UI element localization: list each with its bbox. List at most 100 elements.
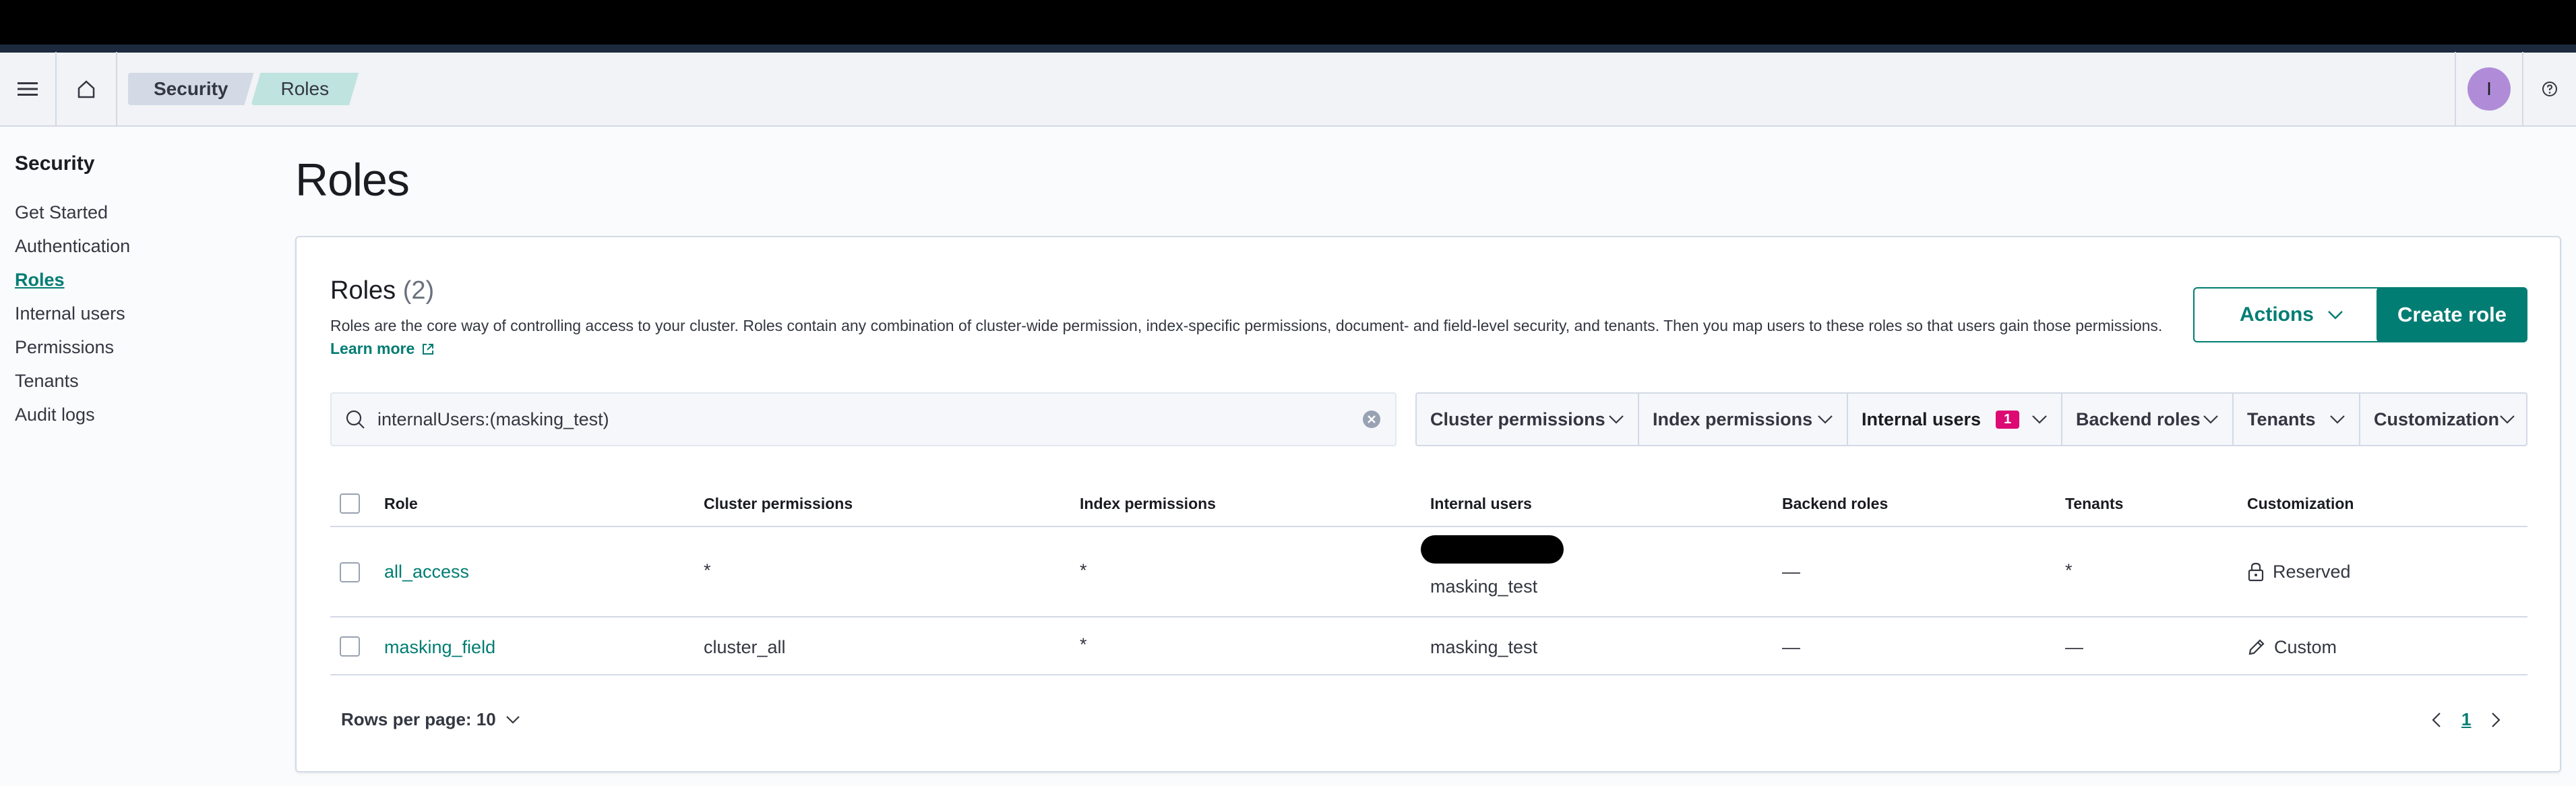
create-role-button[interactable]: Create role (2376, 287, 2527, 342)
chevron-down-icon (2329, 415, 2345, 424)
filter-tenants[interactable]: Tenants (2234, 394, 2360, 445)
search-icon (345, 409, 365, 429)
actions-label: Actions (2239, 303, 2314, 326)
row-checkbox[interactable] (340, 562, 360, 582)
column-header-cluster-permissions[interactable]: Cluster permissions (704, 480, 853, 527)
sidebar-item-audit-logs[interactable]: Audit logs (15, 398, 255, 431)
page-1-button[interactable]: 1 (2461, 709, 2471, 730)
tenants-cell: — (2065, 636, 2083, 657)
column-header-tenants[interactable]: Tenants (2065, 480, 2123, 527)
search-field[interactable]: internalUsers:(masking_test) (330, 392, 1397, 446)
user-menu-button[interactable]: I (2455, 52, 2522, 126)
sidebar-item-roles[interactable]: Roles (15, 263, 255, 297)
home-button[interactable] (57, 52, 117, 126)
external-link-icon (421, 342, 435, 356)
previous-page-icon[interactable] (2432, 712, 2441, 728)
filter-group: Cluster permissions Index permissions In… (1415, 392, 2527, 446)
chevron-down-icon (2031, 415, 2048, 424)
index-permissions-cell: * (1080, 560, 1087, 580)
breadcrumb-security[interactable]: Security (128, 73, 254, 105)
sidebar-item-get-started[interactable]: Get Started (15, 195, 255, 229)
role-link[interactable]: masking_field (384, 635, 495, 659)
panel-title-text: Roles (330, 276, 396, 305)
clear-search-icon[interactable] (1361, 409, 1382, 429)
sidebar-item-internal-users[interactable]: Internal users (15, 297, 255, 330)
column-header-backend-roles[interactable]: Backend roles (1782, 480, 1888, 527)
customization-cell: Reserved (2247, 560, 2351, 584)
sidebar-item-tenants[interactable]: Tenants (15, 364, 255, 398)
pagination: 1 (2432, 709, 2501, 730)
filter-index-permissions[interactable]: Index permissions (1639, 394, 1848, 445)
filter-label: Index permissions (1653, 409, 1813, 429)
roles-count: (2) (402, 276, 435, 305)
menu-button[interactable] (0, 52, 57, 126)
pencil-icon (2247, 638, 2266, 657)
checkbox[interactable] (340, 493, 360, 514)
internal-users-cell: masking_test (1430, 576, 1538, 597)
filter-label: Customization (2374, 409, 2499, 429)
row-checkbox[interactable] (340, 636, 360, 657)
home-icon (76, 79, 96, 99)
breadcrumb: Security Roles (128, 52, 359, 126)
redacted-user (1421, 535, 1564, 564)
rows-per-page-button[interactable]: Rows per page: 10 (341, 709, 520, 730)
checkbox[interactable] (340, 562, 360, 582)
avatar: I (2467, 67, 2511, 111)
help-button[interactable] (2522, 52, 2576, 126)
table-header: Role Cluster permissions Index permissio… (330, 480, 2527, 527)
filter-label: Backend roles (2076, 409, 2201, 429)
panel-description: Roles are the core way of controlling ac… (330, 317, 2163, 334)
column-header-index-permissions[interactable]: Index permissions (1080, 480, 1216, 527)
lock-icon (2247, 562, 2265, 582)
chevron-down-icon (2203, 415, 2219, 424)
sidebar: Security Get Started Authentication Role… (0, 128, 270, 786)
learn-more-link[interactable]: Learn more (330, 340, 435, 358)
column-header-role[interactable]: Role (384, 480, 418, 527)
top-black-bar (0, 0, 2576, 53)
column-header-internal-users[interactable]: Internal users (1430, 480, 1532, 527)
sidebar-item-permissions[interactable]: Permissions (15, 330, 255, 364)
sidebar-item-authentication[interactable]: Authentication (15, 229, 255, 263)
filter-cluster-permissions[interactable]: Cluster permissions (1417, 394, 1639, 445)
chevron-down-icon (505, 715, 520, 724)
sidebar-title: Security (15, 152, 95, 175)
chevron-down-icon (2327, 310, 2343, 320)
column-header-customization[interactable]: Customization (2247, 480, 2354, 527)
cluster-permissions-cell: cluster_all (704, 636, 786, 657)
filter-label: Internal users (1862, 409, 1982, 429)
table-row: all_access * * masking_test — * Reserved (330, 527, 2527, 617)
panel-title: Roles (2) (330, 276, 434, 305)
page-title: Roles (295, 154, 410, 206)
select-all-checkbox[interactable] (340, 480, 360, 527)
backend-roles-cell: — (1782, 636, 1800, 657)
backend-roles-cell: — (1782, 561, 1800, 582)
internal-users-cell: masking_test (1430, 636, 1538, 657)
filter-customization[interactable]: Customization (2360, 394, 2526, 445)
search-input[interactable]: internalUsers:(masking_test) (377, 409, 609, 430)
cluster-permissions-cell: * (704, 560, 711, 580)
chevron-down-icon (1817, 415, 1833, 424)
chevron-down-icon (1608, 415, 1624, 424)
breadcrumb-roles: Roles (251, 73, 359, 105)
rows-per-page-label: Rows per page: 10 (341, 709, 496, 729)
help-icon (2542, 81, 2558, 97)
filter-label: Tenants (2247, 409, 2316, 429)
top-bar-strip (0, 44, 2576, 53)
filter-label: Cluster permissions (1430, 409, 1605, 429)
roles-panel: Roles (2) Roles are the core way of cont… (295, 236, 2561, 773)
tenants-cell: * (2065, 560, 2073, 580)
customization-label: Custom (2274, 636, 2337, 657)
role-link[interactable]: all_access (384, 560, 469, 584)
next-page-icon[interactable] (2491, 712, 2501, 728)
app-header: Security Roles I (0, 52, 2576, 127)
filter-backend-roles[interactable]: Backend roles (2062, 394, 2234, 445)
filter-internal-users[interactable]: Internal users 1 (1848, 394, 2062, 445)
customization-label: Reserved (2273, 561, 2351, 582)
customization-cell: Custom (2247, 635, 2337, 659)
checkbox[interactable] (340, 636, 360, 657)
learn-more-label: Learn more (330, 340, 415, 357)
active-filter-count-badge: 1 (1995, 410, 2020, 429)
roles-table: Role Cluster permissions Index permissio… (330, 480, 2527, 675)
hamburger-icon (18, 81, 38, 97)
actions-button[interactable]: Actions (2193, 287, 2390, 342)
